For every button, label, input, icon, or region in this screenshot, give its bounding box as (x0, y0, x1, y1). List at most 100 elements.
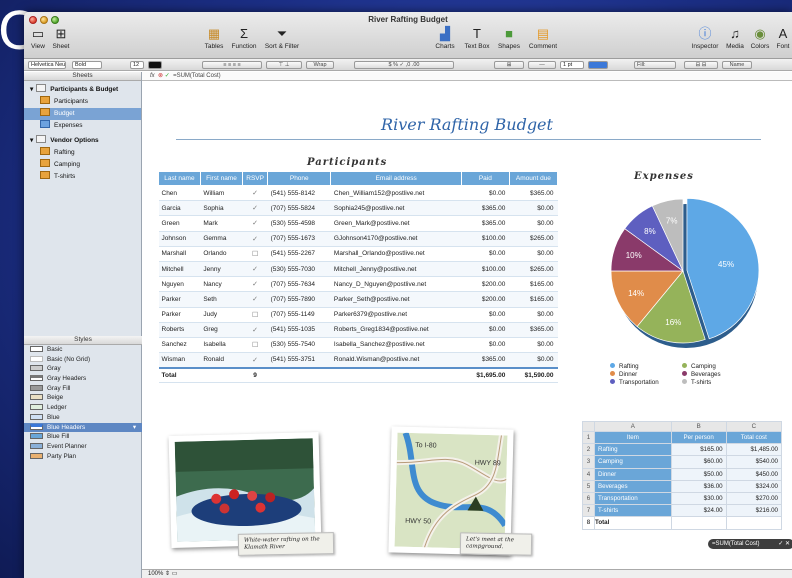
table-cell[interactable]: Chen_William152@postlive.net (330, 185, 462, 202)
total-cost-cell[interactable]: $324.00 (725, 479, 783, 493)
legend-item[interactable]: Rafting (610, 363, 639, 370)
style-gray-headers[interactable]: Gray Headers (24, 374, 142, 384)
row-number[interactable]: 8 (582, 516, 595, 530)
table-cell[interactable]: Marshall (158, 246, 201, 262)
sheet-participants-budget[interactable]: ▾ Participants & Budget (24, 84, 141, 96)
disclosure-triangle-icon[interactable]: ▾ (30, 137, 33, 144)
table-cell[interactable]: Chen (158, 185, 201, 202)
item-cell[interactable]: Camping (594, 455, 672, 469)
legend-item[interactable]: T-shirts (682, 379, 711, 386)
table-row[interactable]: Roberts Greg ✓ (541) 555-1035 Roberts_Greg18… (158, 322, 558, 338)
rsvp-checkbox[interactable]: ✓ (242, 185, 268, 202)
toolbar-comment-button[interactable]: ▤ Comment (526, 27, 560, 51)
page-view-icon[interactable]: ▭ (172, 571, 178, 577)
sheet-vendor-options[interactable]: ▾ Vendor Options (24, 135, 141, 147)
table-cell[interactable]: Isabella (200, 337, 243, 354)
sidebar-item-participants[interactable]: Participants (24, 96, 141, 108)
map-caption[interactable]: Let's meet at the campground. (459, 532, 533, 556)
toolbar-tables-button[interactable]: ▦ Tables (202, 27, 226, 51)
formula-bar[interactable]: fx ⊗ ✓ =SUM(Total Cost) (142, 72, 792, 81)
table-cell[interactable]: $100.00 (461, 231, 510, 247)
table-cell[interactable]: Marshall_Orlando@postlive.net (330, 246, 462, 262)
item-cell[interactable]: Dinner (594, 467, 672, 481)
row-number[interactable]: 6 (582, 491, 595, 506)
table-row[interactable]: Mitchell Jenny ✓ (530) 555-7030 Mitchell_Jen… (158, 261, 558, 278)
cancel-icon[interactable]: ⊗ (158, 73, 163, 79)
table-cell[interactable]: (541) 555-2267 (267, 246, 331, 262)
table-cell[interactable]: GJohnson4170@postlive.net (330, 231, 462, 247)
column-header[interactable]: Item (594, 430, 672, 445)
rsvp-checkbox[interactable]: ✓ (242, 261, 268, 278)
table-cell[interactable]: $0.00 (509, 246, 558, 262)
fill-well[interactable]: Fill: (634, 61, 676, 69)
column-header[interactable]: Amount due (508, 171, 559, 186)
table-row[interactable]: Garcia Sophia ✓ (707) 555-5824 Sophia245@pos… (158, 200, 558, 217)
rsvp-checkbox[interactable]: ☐ (242, 307, 268, 323)
font-family-select[interactable]: Helvetica Neue (28, 61, 66, 69)
table-cell[interactable]: $0.00 (461, 246, 510, 262)
table-cell[interactable]: Parker6379@postlive.net (330, 307, 462, 323)
table-cell[interactable]: Nguyen (158, 276, 201, 293)
table-cell[interactable]: Ronald.Wisman@postlive.net (330, 352, 462, 369)
rsvp-checkbox[interactable]: ✓ (242, 291, 268, 308)
table-cell[interactable]: Ronald (200, 352, 243, 369)
table-cell[interactable]: Nancy_D_Nguyen@postlive.net (330, 276, 462, 293)
toolbar-inspector-button[interactable]: ⓘ Inspector (690, 27, 720, 51)
row-number[interactable]: 7 (582, 504, 595, 518)
table-cell[interactable]: (707) 555-7890 (267, 291, 331, 308)
table-cell[interactable]: Mitchell_Jenny@postlive.net (330, 261, 462, 278)
accept-icon[interactable]: ✓ (165, 73, 170, 79)
table-cell[interactable]: $365.00 (461, 352, 510, 369)
style-basic[interactable]: Basic (24, 345, 142, 355)
total-cost-cell[interactable] (725, 516, 783, 530)
column-letter[interactable]: A (594, 421, 672, 432)
column-letter[interactable]: B (670, 421, 727, 432)
per-person-cell[interactable]: $165.00 (670, 443, 727, 457)
style-beige[interactable]: Beige (24, 393, 142, 403)
formula-editor[interactable]: =SUM(Total Cost) ✓ ✕ (708, 539, 792, 549)
table-row[interactable]: 3 Camping $60.00 $540.00 (582, 455, 783, 469)
total-cost-cell[interactable]: $216.00 (725, 504, 783, 518)
document-title[interactable]: River Rafting Budget (142, 115, 792, 134)
table-cell[interactable]: Gemma (200, 231, 243, 247)
table-row[interactable]: Sanchez Isabella ☐ (530) 555-7540 Isabella_S… (158, 337, 558, 354)
toolbar-colors-button[interactable]: ◉ Colors (748, 27, 772, 51)
table-cell[interactable]: Roberts (158, 322, 201, 338)
style-event-planner[interactable]: Event Planner (24, 442, 142, 452)
text-color-well[interactable] (148, 61, 162, 69)
style-gray[interactable]: Gray (24, 364, 142, 374)
toolbar-media-button[interactable]: ♫ Media (724, 27, 746, 51)
style-basic-no-grid[interactable]: Basic (No Grid) (24, 355, 142, 365)
chevron-down-icon[interactable]: ▾ (133, 423, 136, 433)
row-col-buttons[interactable]: ⊟ ⊟ (684, 61, 718, 69)
table-row[interactable]: Chen William ✓ (541) 555-8142 Chen_William15… (158, 185, 558, 202)
legend-item[interactable]: Beverages (682, 371, 721, 378)
table-cell[interactable]: Sophia (200, 200, 243, 217)
table-cell[interactable]: Greg (200, 322, 243, 338)
table-cell[interactable]: Parker (158, 307, 201, 323)
table-cell[interactable]: $0.00 (509, 307, 558, 323)
participants-table[interactable]: Last name First name RSVP Phone Email addres… (158, 171, 559, 384)
stroke-width-field[interactable]: 1 pt (560, 61, 584, 69)
table-cell[interactable]: $265.00 (509, 261, 558, 278)
table-cell[interactable]: $0.00 (461, 337, 510, 354)
table-cell[interactable]: Mitchell (158, 261, 201, 278)
rsvp-checkbox[interactable]: ☐ (242, 337, 268, 354)
table-cell[interactable] (670, 516, 727, 530)
toolbar-view-button[interactable]: ▭ View (30, 27, 46, 51)
item-cell[interactable]: Beverages (594, 479, 672, 493)
table-cell[interactable]: $200.00 (461, 291, 510, 308)
row-number[interactable]: 3 (582, 455, 595, 469)
table-cell[interactable]: Nancy (200, 276, 243, 293)
table-row[interactable]: 1 Item Per person Total cost (582, 430, 783, 445)
row-number[interactable]: 2 (582, 443, 595, 457)
alignment-buttons[interactable]: ≡ ≡ ≡ ≡ (202, 61, 262, 69)
table-row[interactable]: Parker Judy ☐ (707) 555-1149 Parker6379@post… (158, 307, 558, 323)
sidebar-item-expenses[interactable]: Expenses (24, 120, 141, 132)
row-number[interactable]: 5 (582, 479, 595, 493)
sidebar-item-budget[interactable]: Budget (24, 108, 141, 120)
table-cell[interactable]: $0.00 (509, 352, 558, 369)
table-cell[interactable]: $365.00 (461, 215, 510, 232)
total-label[interactable]: Total (594, 516, 672, 530)
table-cell[interactable]: $365.00 (509, 322, 558, 338)
